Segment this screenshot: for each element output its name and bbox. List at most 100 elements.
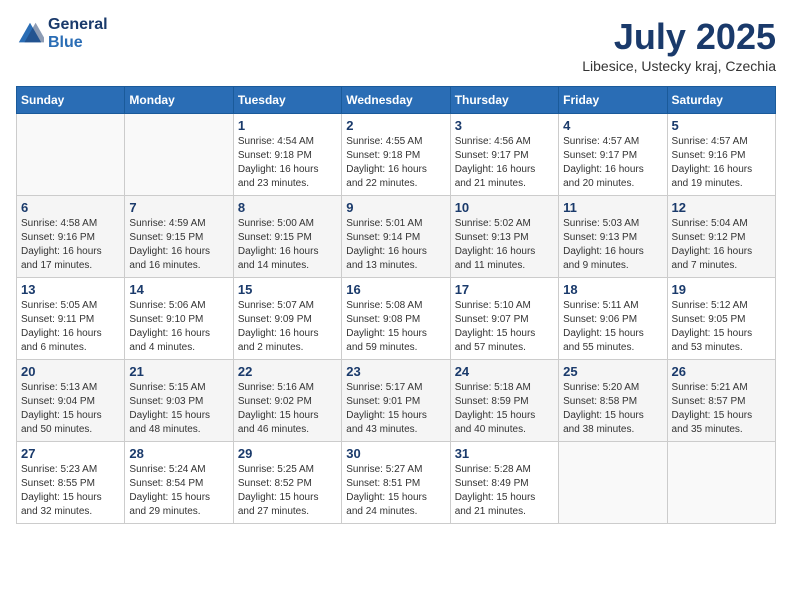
header-cell-friday: Friday xyxy=(559,87,667,114)
day-cell: 29 Sunrise: 5:25 AM Sunset: 8:52 PM Dayli… xyxy=(233,442,341,524)
day-cell: 16 Sunrise: 5:08 AM Sunset: 9:08 PM Dayli… xyxy=(342,278,450,360)
day-number: 21 xyxy=(129,364,228,379)
day-info: Sunrise: 5:08 AM Sunset: 9:08 PM Dayligh… xyxy=(346,299,445,355)
day-cell: 11 Sunrise: 5:03 AM Sunset: 9:13 PM Dayli… xyxy=(559,196,667,278)
calendar-header: SundayMondayTuesdayWednesdayThursdayFrid… xyxy=(17,87,776,114)
day-info: Sunrise: 5:13 AM Sunset: 9:04 PM Dayligh… xyxy=(21,381,120,437)
day-cell: 6 Sunrise: 4:58 AM Sunset: 9:16 PM Daylig… xyxy=(17,196,125,278)
day-info: Sunrise: 4:55 AM Sunset: 9:18 PM Dayligh… xyxy=(346,135,445,191)
day-info: Sunrise: 5:06 AM Sunset: 9:10 PM Dayligh… xyxy=(129,299,228,355)
page-header: General Blue July 2025 Libesice, Ustecky… xyxy=(16,16,776,74)
calendar-table: SundayMondayTuesdayWednesdayThursdayFrid… xyxy=(16,86,776,524)
header-cell-sunday: Sunday xyxy=(17,87,125,114)
week-row-3: 20 Sunrise: 5:13 AM Sunset: 9:04 PM Dayli… xyxy=(17,360,776,442)
day-info: Sunrise: 4:58 AM Sunset: 9:16 PM Dayligh… xyxy=(21,217,120,273)
day-info: Sunrise: 4:57 AM Sunset: 9:16 PM Dayligh… xyxy=(672,135,771,191)
day-number: 4 xyxy=(563,118,662,133)
day-number: 20 xyxy=(21,364,120,379)
day-cell xyxy=(559,442,667,524)
day-info: Sunrise: 5:24 AM Sunset: 8:54 PM Dayligh… xyxy=(129,463,228,519)
day-number: 23 xyxy=(346,364,445,379)
day-cell: 5 Sunrise: 4:57 AM Sunset: 9:16 PM Daylig… xyxy=(667,114,775,196)
day-cell: 4Sunrise: 4:57 AM Sunset: 9:17 PM Daylig… xyxy=(559,114,667,196)
header-cell-tuesday: Tuesday xyxy=(233,87,341,114)
day-cell: 12Sunrise: 5:04 AM Sunset: 9:12 PM Dayli… xyxy=(667,196,775,278)
day-info: Sunrise: 5:28 AM Sunset: 8:49 PM Dayligh… xyxy=(455,463,554,519)
header-row: SundayMondayTuesdayWednesdayThursdayFrid… xyxy=(17,87,776,114)
day-info: Sunrise: 5:21 AM Sunset: 8:57 PM Dayligh… xyxy=(672,381,771,437)
day-info: Sunrise: 5:01 AM Sunset: 9:14 PM Dayligh… xyxy=(346,217,445,273)
day-number: 3 xyxy=(455,118,554,133)
day-info: Sunrise: 4:54 AM Sunset: 9:18 PM Dayligh… xyxy=(238,135,337,191)
day-number: 9 xyxy=(346,200,445,215)
week-row-1: 6 Sunrise: 4:58 AM Sunset: 9:16 PM Daylig… xyxy=(17,196,776,278)
logo-text: General Blue xyxy=(48,16,108,52)
calendar-body: 1Sunrise: 4:54 AM Sunset: 9:18 PM Daylig… xyxy=(17,114,776,524)
day-number: 25 xyxy=(563,364,662,379)
day-info: Sunrise: 5:15 AM Sunset: 9:03 PM Dayligh… xyxy=(129,381,228,437)
day-info: Sunrise: 5:12 AM Sunset: 9:05 PM Dayligh… xyxy=(672,299,771,355)
day-cell: 24Sunrise: 5:18 AM Sunset: 8:59 PM Dayli… xyxy=(450,360,558,442)
day-info: Sunrise: 5:10 AM Sunset: 9:07 PM Dayligh… xyxy=(455,299,554,355)
day-info: Sunrise: 4:59 AM Sunset: 9:15 PM Dayligh… xyxy=(129,217,228,273)
day-cell: 26 Sunrise: 5:21 AM Sunset: 8:57 PM Dayli… xyxy=(667,360,775,442)
day-info: Sunrise: 5:20 AM Sunset: 8:58 PM Dayligh… xyxy=(563,381,662,437)
day-cell: 18 Sunrise: 5:11 AM Sunset: 9:06 PM Dayli… xyxy=(559,278,667,360)
day-number: 5 xyxy=(672,118,771,133)
day-cell: 21 Sunrise: 5:15 AM Sunset: 9:03 PM Dayli… xyxy=(125,360,233,442)
day-cell: 30 Sunrise: 5:27 AM Sunset: 8:51 PM Dayli… xyxy=(342,442,450,524)
day-number: 26 xyxy=(672,364,771,379)
day-cell: 17 Sunrise: 5:10 AM Sunset: 9:07 PM Dayli… xyxy=(450,278,558,360)
day-cell: 19 Sunrise: 5:12 AM Sunset: 9:05 PM Dayli… xyxy=(667,278,775,360)
month-title: July 2025 xyxy=(582,16,776,58)
header-cell-wednesday: Wednesday xyxy=(342,87,450,114)
day-cell: 9 Sunrise: 5:01 AM Sunset: 9:14 PM Daylig… xyxy=(342,196,450,278)
day-info: Sunrise: 5:11 AM Sunset: 9:06 PM Dayligh… xyxy=(563,299,662,355)
day-number: 14 xyxy=(129,282,228,297)
title-area: July 2025 Libesice, Ustecky kraj, Czechi… xyxy=(582,16,776,74)
day-cell: 20 Sunrise: 5:13 AM Sunset: 9:04 PM Dayli… xyxy=(17,360,125,442)
location: Libesice, Ustecky kraj, Czechia xyxy=(582,58,776,74)
day-info: Sunrise: 5:27 AM Sunset: 8:51 PM Dayligh… xyxy=(346,463,445,519)
day-number: 27 xyxy=(21,446,120,461)
header-cell-monday: Monday xyxy=(125,87,233,114)
day-info: Sunrise: 5:25 AM Sunset: 8:52 PM Dayligh… xyxy=(238,463,337,519)
day-info: Sunrise: 5:03 AM Sunset: 9:13 PM Dayligh… xyxy=(563,217,662,273)
day-number: 10 xyxy=(455,200,554,215)
day-number: 19 xyxy=(672,282,771,297)
day-info: Sunrise: 5:02 AM Sunset: 9:13 PM Dayligh… xyxy=(455,217,554,273)
day-number: 28 xyxy=(129,446,228,461)
day-number: 30 xyxy=(346,446,445,461)
day-info: Sunrise: 5:17 AM Sunset: 9:01 PM Dayligh… xyxy=(346,381,445,437)
day-number: 22 xyxy=(238,364,337,379)
day-number: 31 xyxy=(455,446,554,461)
day-number: 24 xyxy=(455,364,554,379)
day-number: 11 xyxy=(563,200,662,215)
day-number: 17 xyxy=(455,282,554,297)
day-info: Sunrise: 5:16 AM Sunset: 9:02 PM Dayligh… xyxy=(238,381,337,437)
week-row-2: 13 Sunrise: 5:05 AM Sunset: 9:11 PM Dayli… xyxy=(17,278,776,360)
day-cell: 23 Sunrise: 5:17 AM Sunset: 9:01 PM Dayli… xyxy=(342,360,450,442)
day-number: 12 xyxy=(672,200,771,215)
day-cell xyxy=(125,114,233,196)
week-row-0: 1Sunrise: 4:54 AM Sunset: 9:18 PM Daylig… xyxy=(17,114,776,196)
day-cell: 10 Sunrise: 5:02 AM Sunset: 9:13 PM Dayli… xyxy=(450,196,558,278)
day-number: 8 xyxy=(238,200,337,215)
day-cell: 3Sunrise: 4:56 AM Sunset: 9:17 PM Daylig… xyxy=(450,114,558,196)
day-number: 18 xyxy=(563,282,662,297)
day-cell: 25 Sunrise: 5:20 AM Sunset: 8:58 PM Dayli… xyxy=(559,360,667,442)
day-number: 15 xyxy=(238,282,337,297)
day-cell xyxy=(17,114,125,196)
day-number: 29 xyxy=(238,446,337,461)
logo: General Blue xyxy=(16,16,108,52)
day-info: Sunrise: 5:05 AM Sunset: 9:11 PM Dayligh… xyxy=(21,299,120,355)
day-cell: 7 Sunrise: 4:59 AM Sunset: 9:15 PM Daylig… xyxy=(125,196,233,278)
day-number: 16 xyxy=(346,282,445,297)
day-number: 2 xyxy=(346,118,445,133)
day-number: 6 xyxy=(21,200,120,215)
day-cell xyxy=(667,442,775,524)
header-cell-saturday: Saturday xyxy=(667,87,775,114)
day-number: 7 xyxy=(129,200,228,215)
day-info: Sunrise: 5:00 AM Sunset: 9:15 PM Dayligh… xyxy=(238,217,337,273)
day-number: 13 xyxy=(21,282,120,297)
